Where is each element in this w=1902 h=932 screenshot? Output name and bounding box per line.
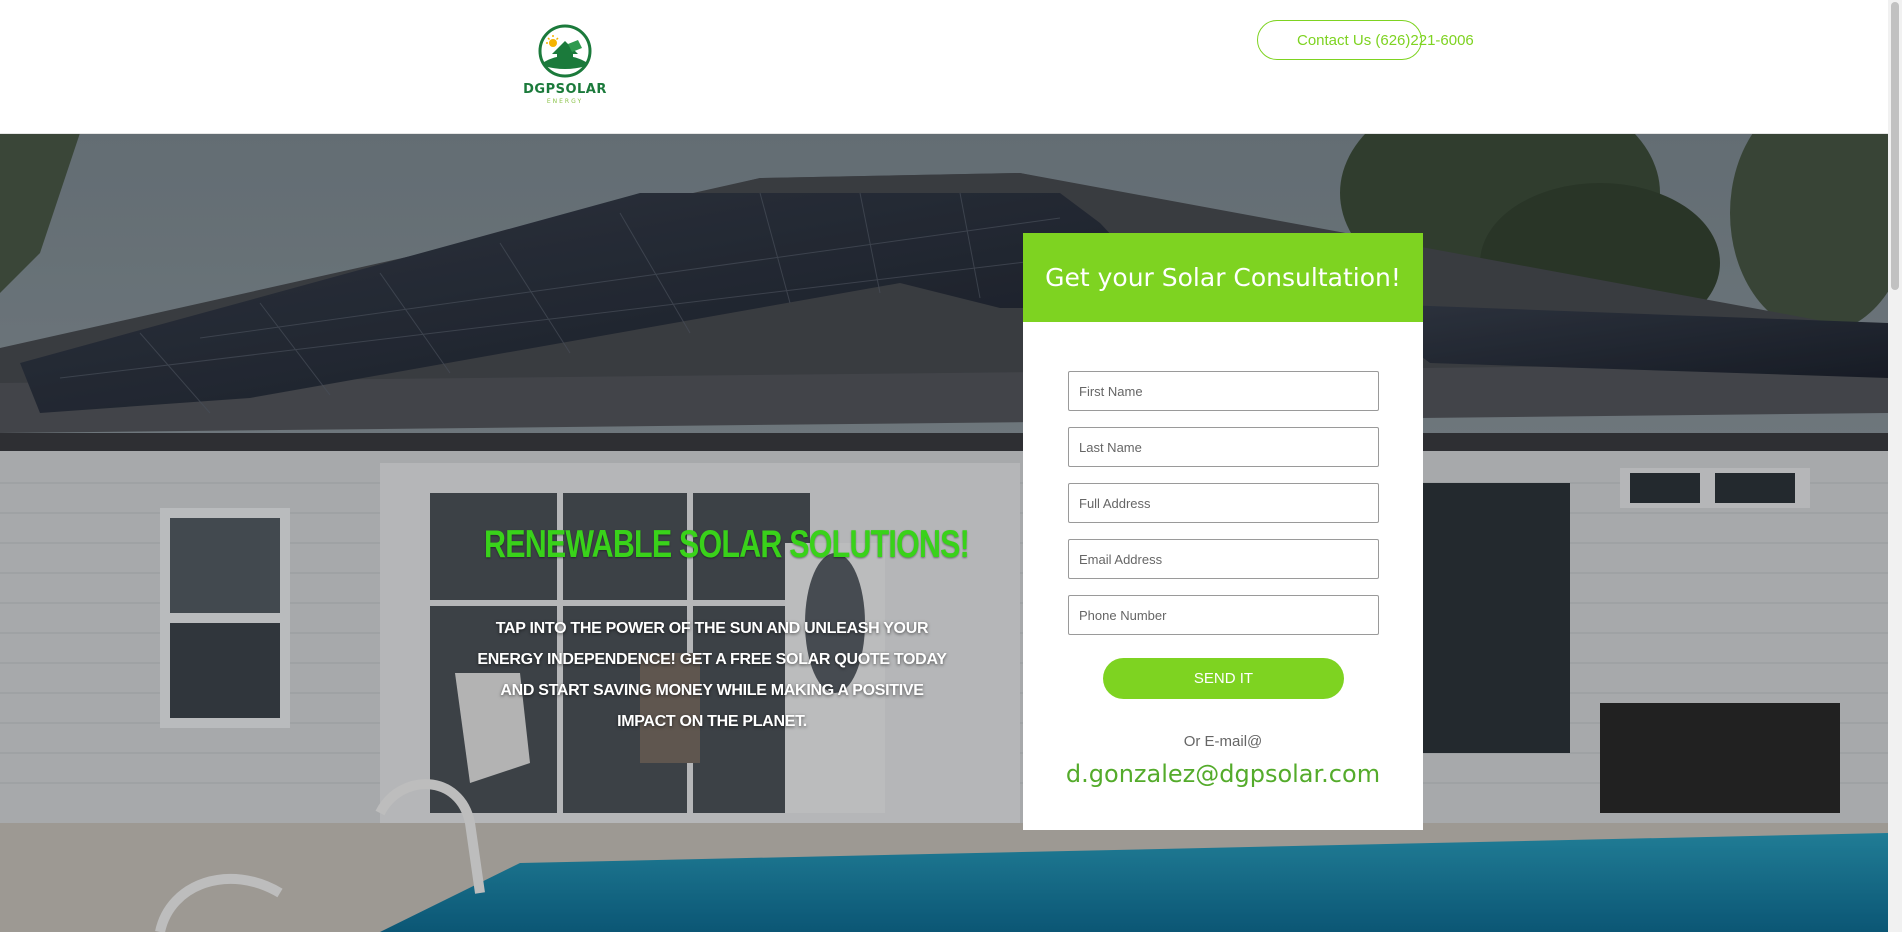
- hero-headline: RENEWABLE SOLAR SOLUTIONS!: [484, 523, 970, 566]
- site-header: DGPSOLAR ENERGY Contact Us (626)221-6006: [0, 0, 1888, 134]
- house-solar-logo-icon: [538, 24, 592, 78]
- email-link[interactable]: d.gonzalez@dgpsolar.com: [1023, 760, 1423, 788]
- logo[interactable]: DGPSOLAR ENERGY: [520, 24, 610, 110]
- scrollbar-thumb[interactable]: [1891, 2, 1899, 290]
- phone-number-input[interactable]: [1068, 595, 1379, 635]
- consultation-form: Get your Solar Consultation! SEND IT Or …: [1023, 233, 1423, 830]
- hero-subtext: Tap into the power of the sun and unleas…: [477, 620, 947, 730]
- first-name-input[interactable]: [1068, 371, 1379, 411]
- email-address-input[interactable]: [1068, 539, 1379, 579]
- logo-wordmark: DGPSOLAR: [523, 82, 607, 97]
- last-name-input[interactable]: [1068, 427, 1379, 467]
- page-scrollbar[interactable]: [1888, 0, 1902, 932]
- full-address-input[interactable]: [1068, 483, 1379, 523]
- contact-button-label[interactable]: Contact Us (626)221-6006: [1297, 32, 1474, 49]
- or-email-label: Or E-mail@: [1183, 733, 1263, 750]
- hero-section: RENEWABLE SOLAR SOLUTIONS! Tap into the …: [0, 133, 1888, 932]
- form-title: Get your Solar Consultation!: [1023, 233, 1423, 322]
- send-button[interactable]: SEND IT: [1103, 658, 1344, 699]
- logo-tagline: ENERGY: [546, 98, 584, 105]
